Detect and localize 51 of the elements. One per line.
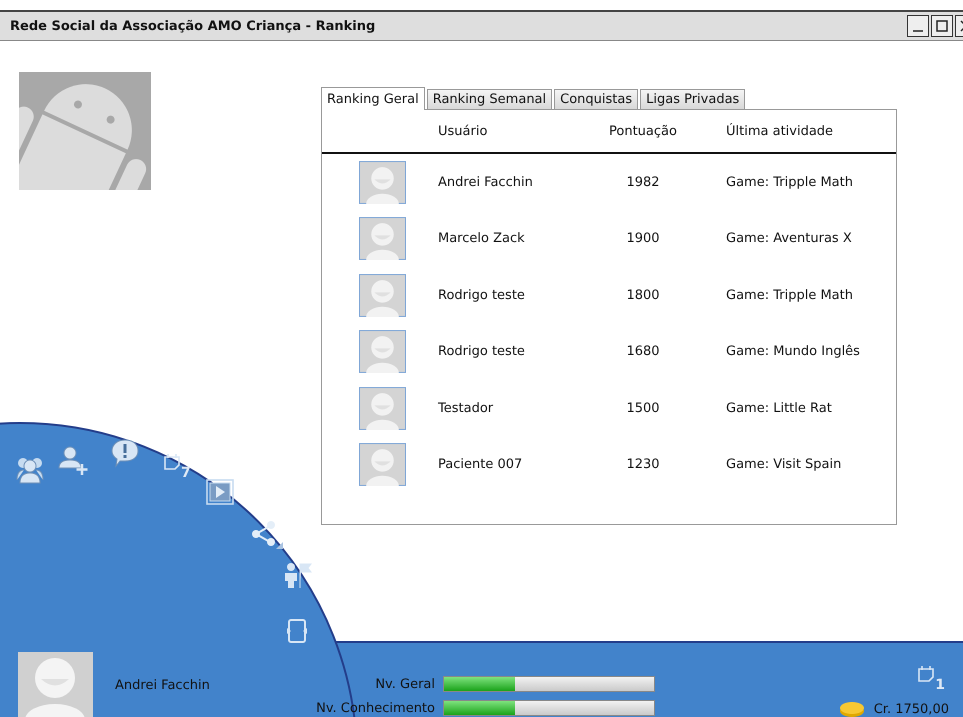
level-label: Nv. Geral [374, 676, 435, 692]
notification-count: 1 [935, 677, 945, 693]
tab[interactable]: Ligas Privadas [640, 89, 746, 109]
calendar-count: 7 [181, 465, 191, 481]
tab[interactable]: Ranking Semanal [426, 89, 552, 109]
play-icon[interactable] [206, 479, 234, 505]
coins-icon [838, 701, 866, 717]
table-cell-text: Game: Mundo Inglês [725, 344, 860, 360]
table-cell-text: Game: Tripple Math [725, 288, 853, 303]
table-cell-text: Rodrigo teste [438, 288, 526, 303]
avatar-icon [359, 217, 406, 260]
table-cell-text: 1800 [625, 288, 661, 303]
avatar-icon [359, 330, 406, 374]
alert-bubble-icon[interactable] [110, 438, 140, 468]
column-header: Última atividade [725, 124, 834, 138]
maximize-button[interactable] [931, 15, 953, 37]
user-name: Andrei Facchin [115, 678, 211, 693]
avatar-icon [359, 443, 406, 486]
calendar-icon[interactable] [163, 453, 181, 471]
table-cell-text: Paciente 007 [438, 457, 524, 472]
person-flag-icon[interactable] [283, 562, 313, 588]
table-cell-text: 1230 [625, 457, 661, 472]
table-cell-text: Game: Aventuras X [725, 231, 852, 246]
avatar-icon [359, 160, 406, 204]
table-cell-text: 1900 [625, 231, 661, 246]
table-cell-text: 1680 [625, 344, 661, 360]
table-cell-text: Game: Little Rat [725, 400, 832, 416]
credits-amount: Cr. 1750,00 [874, 702, 949, 716]
tab[interactable]: Conquistas [554, 89, 638, 109]
table-cell-text: Andrei Facchin [438, 174, 534, 190]
table-cell-text: Game: Tripple Math [725, 174, 853, 190]
minimize-icon [913, 30, 923, 32]
window-title: Rede Social da Associação AMO Criança - Ranking [10, 18, 376, 34]
share-icon[interactable] [250, 520, 284, 550]
maximize-icon [935, 19, 949, 33]
column-header: Usuário [438, 124, 488, 138]
add-person-icon[interactable] [58, 446, 90, 476]
table-cell-text: 1982 [625, 174, 661, 190]
level-label: Nv. Conhecimento [315, 700, 435, 716]
table-cell-text: 1500 [625, 400, 661, 416]
avatar-icon [359, 386, 406, 430]
table-cell-text: Game: Visit Spain [725, 457, 842, 472]
swap-icon[interactable] [286, 618, 308, 644]
minimize-button[interactable] [907, 15, 929, 37]
table-cell-text: Marcelo Zack [438, 231, 526, 246]
avatar-icon [359, 274, 406, 317]
avatar-icon [18, 652, 93, 717]
tab[interactable]: Ranking Geral [321, 87, 425, 110]
table-cell-text: Testador [438, 400, 494, 416]
column-header: Pontuação [608, 124, 678, 138]
table-cell-text: Rodrigo teste [438, 344, 526, 360]
